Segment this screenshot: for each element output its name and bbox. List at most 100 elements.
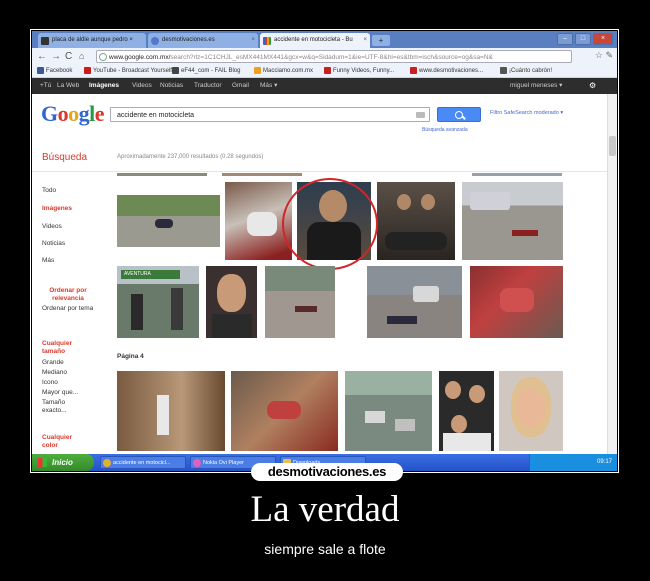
windows-logo-icon [38,458,47,467]
forward-icon[interactable]: → [51,50,61,63]
bookmark-youtube[interactable]: YouTube - Broadcast Yourself [84,65,172,77]
youtube-icon [84,67,91,74]
size-exact[interactable]: Tamaño exacto... [42,399,82,415]
minimize-button[interactable]: – [557,33,573,45]
bookmark-funny-videos[interactable]: Funny Videos, Funny... [324,65,394,77]
highlight-circle [282,178,378,270]
gbar-translate[interactable]: Traductor [194,78,222,94]
image-result[interactable]: AVENTURA [117,266,199,338]
image-result[interactable] [470,266,563,338]
home-icon[interactable]: ⌂ [79,50,84,63]
scrollbar-thumb[interactable] [609,136,616,156]
tab-favicon-icon [41,37,49,45]
safesearch-filter[interactable]: Filtro SafeSearch moderado ▾ [490,110,563,116]
size-large[interactable]: Grande [42,359,64,366]
sort-option[interactable]: Ordenar por tema [42,305,94,313]
image-result[interactable] [117,371,225,451]
image-result[interactable] [117,195,220,247]
gbar-web[interactable]: La Web [57,78,79,94]
bookmark-label: YouTube - Broadcast Yourself [93,68,172,74]
size-larger-than[interactable]: Mayor que... [42,389,78,396]
back-icon[interactable]: ← [37,50,47,63]
bookmark-label: eF44_com - FAIL Blog [181,68,241,74]
gear-icon[interactable]: ⚙ [589,78,596,94]
gbar-more[interactable]: Más ▾ [260,78,277,94]
bookmark-desmotivaciones[interactable]: www.desmotivaciones... [410,65,483,77]
nav-news[interactable]: Noticias [42,240,65,247]
keyboard-icon[interactable] [416,112,425,118]
bookmark-failblog[interactable]: eF44_com - FAIL Blog [172,65,240,77]
wrench-icon[interactable]: ✎ [605,50,613,60]
image-result[interactable] [367,266,462,338]
image-result[interactable] [472,173,562,176]
macciamo-icon [254,67,261,74]
gbar-videos[interactable]: Videos [132,78,152,94]
taskbar-item[interactable]: accidente en motocicl... [100,456,186,469]
gbar-news[interactable]: Noticias [160,78,183,94]
image-result[interactable] [439,371,494,451]
maximize-button[interactable]: □ [575,33,591,45]
tab-label: placa de aldie aunque pedro × [52,37,133,43]
account-menu[interactable]: miguel meneses ▾ [510,78,562,94]
gbar-plus-you[interactable]: +Tú [40,78,51,94]
screenshot: placa de aldie aunque pedro × desmotivac… [32,31,617,471]
results-count: Aproximadamente 237,000 resultados (0.28… [117,154,264,160]
funny-videos-icon [324,67,331,74]
bookmark-cuanto-cabron[interactable]: ¡Cuánto cabrón! [500,65,552,77]
tab-3[interactable]: accidente en motocicleta - Bu × [260,33,370,48]
chrome-icon [103,459,111,467]
close-window-button[interactable]: × [593,33,613,45]
image-result[interactable] [345,371,432,451]
bookmark-facebook[interactable]: Facebook [37,65,72,77]
new-tab-button[interactable]: + [372,35,390,46]
nav-all[interactable]: Todo [42,187,56,194]
advanced-search-link[interactable]: Búsqueda avanzada [422,127,468,133]
clock[interactable]: 09:17 [597,459,612,465]
nav-more[interactable]: Más [42,257,54,264]
close-icon[interactable]: × [363,33,367,48]
header-divider [32,171,607,172]
ovi-player-icon [193,459,201,467]
image-result[interactable] [117,173,207,176]
google-bar: +Tú La Web Imágenes Videos Noticias Trad… [32,78,617,94]
task-label: Nokia Ovi Player [203,460,244,466]
globe-icon [99,53,107,61]
search-input[interactable]: accidente en motocicleta [110,107,430,122]
gbar-gmail[interactable]: Gmail [232,78,249,94]
google-favicon-icon [263,37,271,45]
close-icon[interactable]: × [251,33,255,48]
image-result[interactable] [377,182,455,260]
nav-videos[interactable]: Videos [42,223,62,230]
image-result[interactable] [206,266,257,338]
star-icon[interactable]: ☆ [595,50,603,60]
bookmark-label: Facebook [46,68,73,74]
image-result[interactable] [499,371,563,451]
nav-images[interactable]: Imágenes [42,205,72,212]
start-button[interactable]: Inicio [32,454,94,471]
url-host: www.google.com.mx/ [109,54,171,61]
color-title[interactable]: Cualquier color [42,434,82,450]
google-logo[interactable]: Google [41,101,105,127]
poster-subtitle: siempre sale a flote [264,541,386,557]
address-bar[interactable]: www.google.com.mx/search?rlz=1C1CHJL_esM… [96,50,572,63]
sort-title[interactable]: Ordenar por relevancia [42,287,94,303]
size-title[interactable]: Cualquier tamaño [42,340,88,356]
image-result[interactable] [462,182,563,260]
image-result[interactable] [222,173,302,176]
tab-1[interactable]: placa de aldie aunque pedro × [38,33,146,48]
size-medium[interactable]: Mediano [42,369,67,376]
search-button[interactable] [437,107,481,122]
bookmark-macciamo[interactable]: Macciamo.com.mx [254,65,313,77]
image-result[interactable] [265,266,335,338]
search-header: Google accidente en motocicleta Búsqueda… [32,94,617,163]
poster-title: La verdad [250,489,400,530]
scrollbar[interactable] [607,94,617,454]
size-icon[interactable]: Icono [42,379,58,386]
bookmarks-bar: Facebook YouTube - Broadcast Yourself eF… [32,65,617,78]
gbar-images[interactable]: Imágenes [89,78,119,94]
image-result[interactable] [231,371,338,451]
tab-bar: placa de aldie aunque pedro × desmotivac… [32,31,617,48]
desmotivaciones-icon [410,67,417,74]
tab-2[interactable]: desmotivaciones.es × [148,33,258,48]
reload-icon[interactable]: C [65,50,72,63]
